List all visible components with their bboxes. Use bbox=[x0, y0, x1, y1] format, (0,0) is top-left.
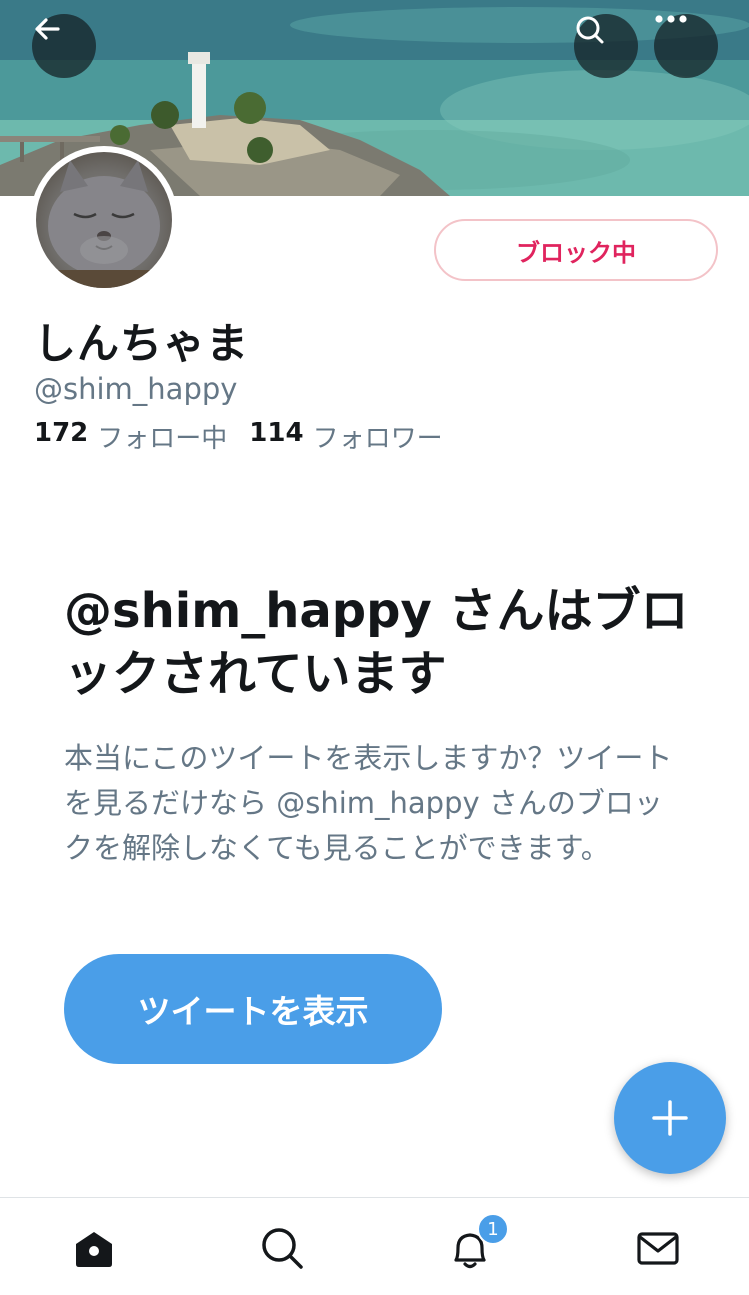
search-icon bbox=[576, 16, 604, 44]
blocked-notice-description: 本当にこのツイートを表示しますか？ツイートを見るだけなら @shim_happy… bbox=[64, 741, 673, 865]
user-handle: @shim_happy bbox=[34, 372, 238, 406]
mail-icon bbox=[637, 1232, 679, 1265]
back-arrow-icon bbox=[35, 18, 60, 40]
plus-icon bbox=[652, 1100, 688, 1136]
profile-screen: ブロック中 しんちゃま @shim_happy 172 フォロー中 114 フォ… bbox=[0, 0, 749, 1295]
back-button[interactable] bbox=[32, 14, 96, 78]
followers-count[interactable]: 114 bbox=[249, 418, 303, 455]
more-button[interactable] bbox=[654, 14, 718, 78]
home-icon bbox=[76, 1232, 112, 1267]
followers-label[interactable]: フォロワー bbox=[313, 418, 443, 455]
tab-home[interactable] bbox=[70, 1224, 118, 1272]
tab-search[interactable] bbox=[258, 1224, 306, 1272]
blocked-button[interactable]: ブロック中 bbox=[434, 219, 718, 281]
blocked-notice-title: @shim_happy さんはブロックされています bbox=[64, 583, 689, 702]
compose-tweet-button[interactable] bbox=[614, 1062, 726, 1174]
avatar[interactable] bbox=[30, 146, 178, 294]
more-icon bbox=[655, 15, 687, 23]
blocked-button-label: ブロック中 bbox=[516, 238, 636, 267]
search-icon bbox=[262, 1228, 303, 1269]
bottom-tab-bar: 1 bbox=[0, 1197, 749, 1295]
following-count[interactable]: 172 bbox=[34, 418, 88, 455]
show-tweets-button[interactable]: ツイートを表示 bbox=[64, 954, 442, 1064]
show-tweets-label: ツイートを表示 bbox=[137, 992, 369, 1031]
follow-stats: 172 フォロー中 114 フォロワー bbox=[34, 418, 465, 455]
display-name: しんちゃま bbox=[34, 319, 250, 368]
avatar-image bbox=[36, 152, 172, 288]
header-search-button[interactable] bbox=[574, 14, 638, 78]
notification-badge: 1 bbox=[477, 1213, 509, 1245]
tab-messages[interactable] bbox=[634, 1224, 682, 1272]
following-label[interactable]: フォロー中 bbox=[97, 418, 227, 455]
